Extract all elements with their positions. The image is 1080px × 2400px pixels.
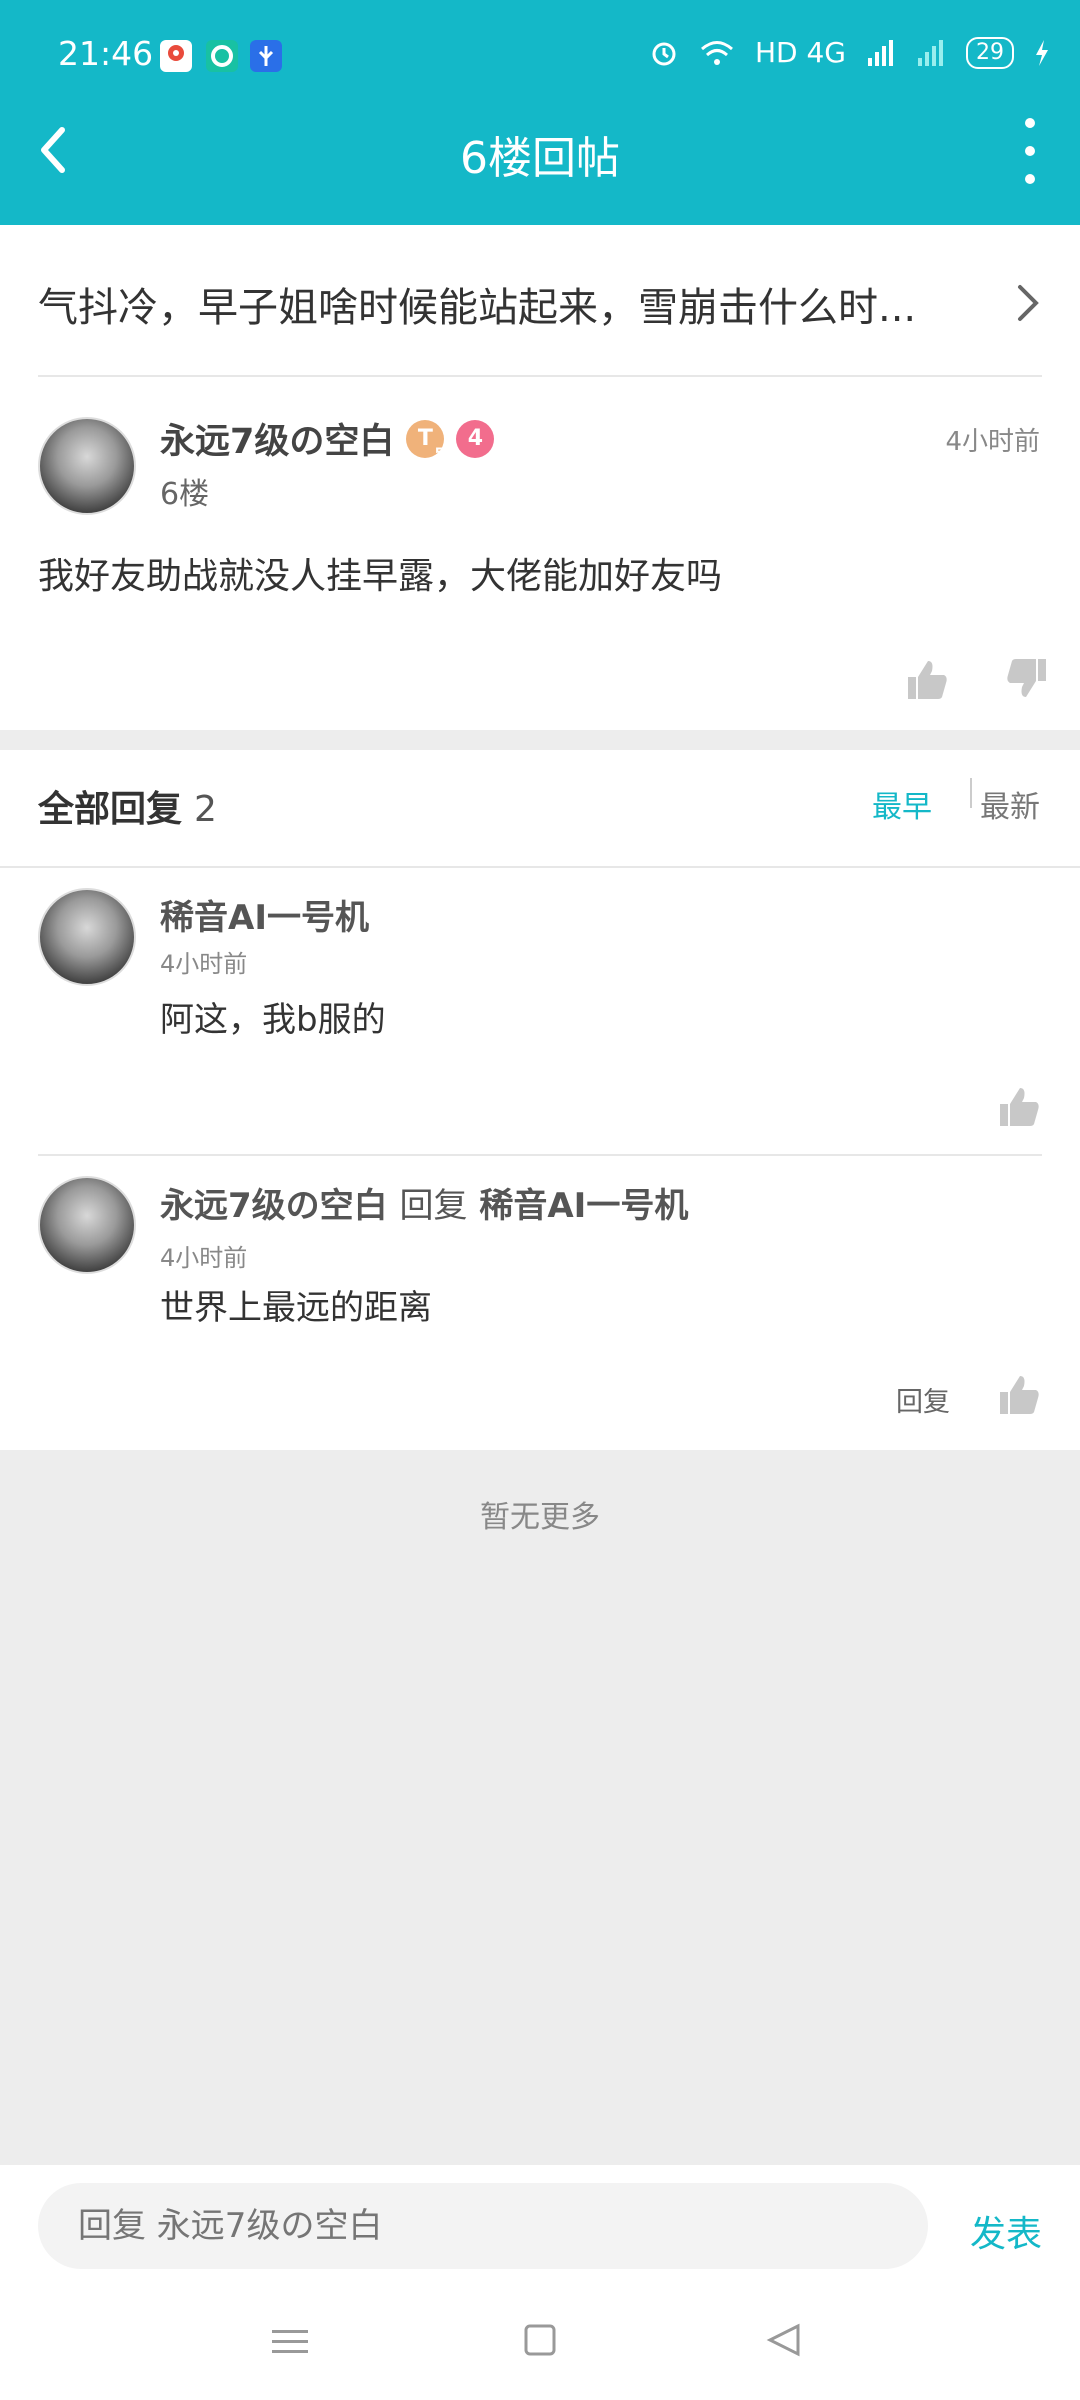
status-right: HD 4G 29	[649, 36, 1050, 69]
network-label: HD 4G	[754, 36, 846, 69]
avatar[interactable]	[38, 1176, 136, 1274]
charging-icon	[1036, 39, 1048, 66]
battery-level: 29	[966, 36, 1014, 69]
more-options-button[interactable]	[1010, 118, 1050, 184]
level-badge: 4	[456, 419, 495, 458]
wifi-icon	[700, 40, 733, 65]
reply-word: 回复	[399, 1186, 468, 1226]
section-title: 全部回复 2	[38, 780, 217, 832]
reply-item[interactable]: 永远7级の空白 回复 稀音AI一号机 4小时前 世界上最远的距离 回复	[0, 1156, 1080, 1446]
reply-time: 4小时前	[160, 1244, 248, 1272]
avatar[interactable]	[38, 417, 136, 515]
reply-username[interactable]: 稀音AI一号机	[160, 890, 369, 939]
back-nav-icon[interactable]	[766, 2323, 800, 2357]
title-badge-sub: 5	[434, 445, 445, 462]
camera-app-icon	[206, 40, 238, 72]
reply-count: 2	[194, 789, 217, 830]
avatar[interactable]	[38, 888, 136, 986]
signal-off-icon	[918, 39, 943, 66]
sort-separator	[970, 778, 972, 808]
dot-icon	[1025, 174, 1035, 184]
compose-bar: 发表	[0, 2165, 1080, 2400]
title-badge: T 5	[406, 419, 445, 462]
floor-label: 6楼	[160, 477, 210, 512]
reply-item[interactable]: 稀音AI一号机 4小时前 阿这，我b服的	[0, 868, 1080, 1158]
reply-header: 永远7级の空白 回复 稀音AI一号机	[160, 1178, 688, 1227]
post-content: 我好友助战就没人挂早露，大佬能加好友吗	[38, 556, 723, 597]
no-more-label: 暂无更多	[480, 1500, 600, 1535]
map-app-icon	[160, 40, 192, 72]
reply-to-username[interactable]: 稀音AI一号机	[479, 1186, 688, 1226]
section-title-text: 全部回复	[38, 789, 183, 830]
app-header: 21:46 HD 4G 29 6楼回帖	[0, 0, 1080, 225]
page-title: 6楼回帖	[460, 133, 620, 184]
thumbs-up-icon[interactable]	[996, 1084, 1040, 1128]
alarm-icon	[652, 42, 676, 65]
system-nav-bar	[272, 2323, 800, 2357]
thumbs-up-icon[interactable]	[904, 657, 948, 701]
title-badge-letter: T	[417, 426, 433, 451]
dot-icon	[1025, 146, 1035, 156]
post-author-row: 永远7级の空白 T 5 4	[160, 413, 495, 464]
reply-button[interactable]: 回复	[896, 1380, 950, 1419]
reply-content: 阿这，我b服的	[160, 1000, 386, 1040]
post-card: 气抖冷，早子姐啥时候能站起来，雪崩击什么时... 永远7级の空白 T 5 4 6…	[0, 225, 1080, 730]
divider	[38, 375, 1042, 377]
menu-icon[interactable]	[272, 2330, 308, 2353]
reply-content: 世界上最远的距离	[160, 1288, 432, 1328]
post-username[interactable]: 永远7级の空白	[160, 413, 394, 464]
reply-username[interactable]: 永远7级の空白	[160, 1186, 388, 1226]
replies-card: 全部回复 2 最早 最新 稀音AI一号机 4小时前 阿这，我b服的 永远7级の空白…	[0, 750, 1080, 1450]
reply-time: 4小时前	[160, 950, 248, 978]
sort-earliest-tab[interactable]: 最早	[872, 782, 932, 826]
signal-icon	[868, 39, 893, 66]
sort-newest-tab[interactable]: 最新	[980, 782, 1040, 826]
chevron-right-icon[interactable]	[1014, 283, 1042, 323]
post-time: 4小时前	[945, 427, 1040, 457]
usb-icon	[250, 40, 282, 72]
thread-title-link[interactable]: 气抖冷，早子姐啥时候能站起来，雪崩击什么时...	[38, 275, 938, 333]
send-button[interactable]: 发表	[970, 2205, 1042, 2257]
thumbs-up-icon[interactable]	[996, 1372, 1040, 1416]
reply-input[interactable]	[38, 2183, 928, 2269]
thumbs-down-icon[interactable]	[1006, 657, 1050, 701]
home-icon[interactable]	[524, 2324, 556, 2356]
dot-icon	[1025, 118, 1035, 128]
status-time: 21:46	[58, 34, 154, 73]
